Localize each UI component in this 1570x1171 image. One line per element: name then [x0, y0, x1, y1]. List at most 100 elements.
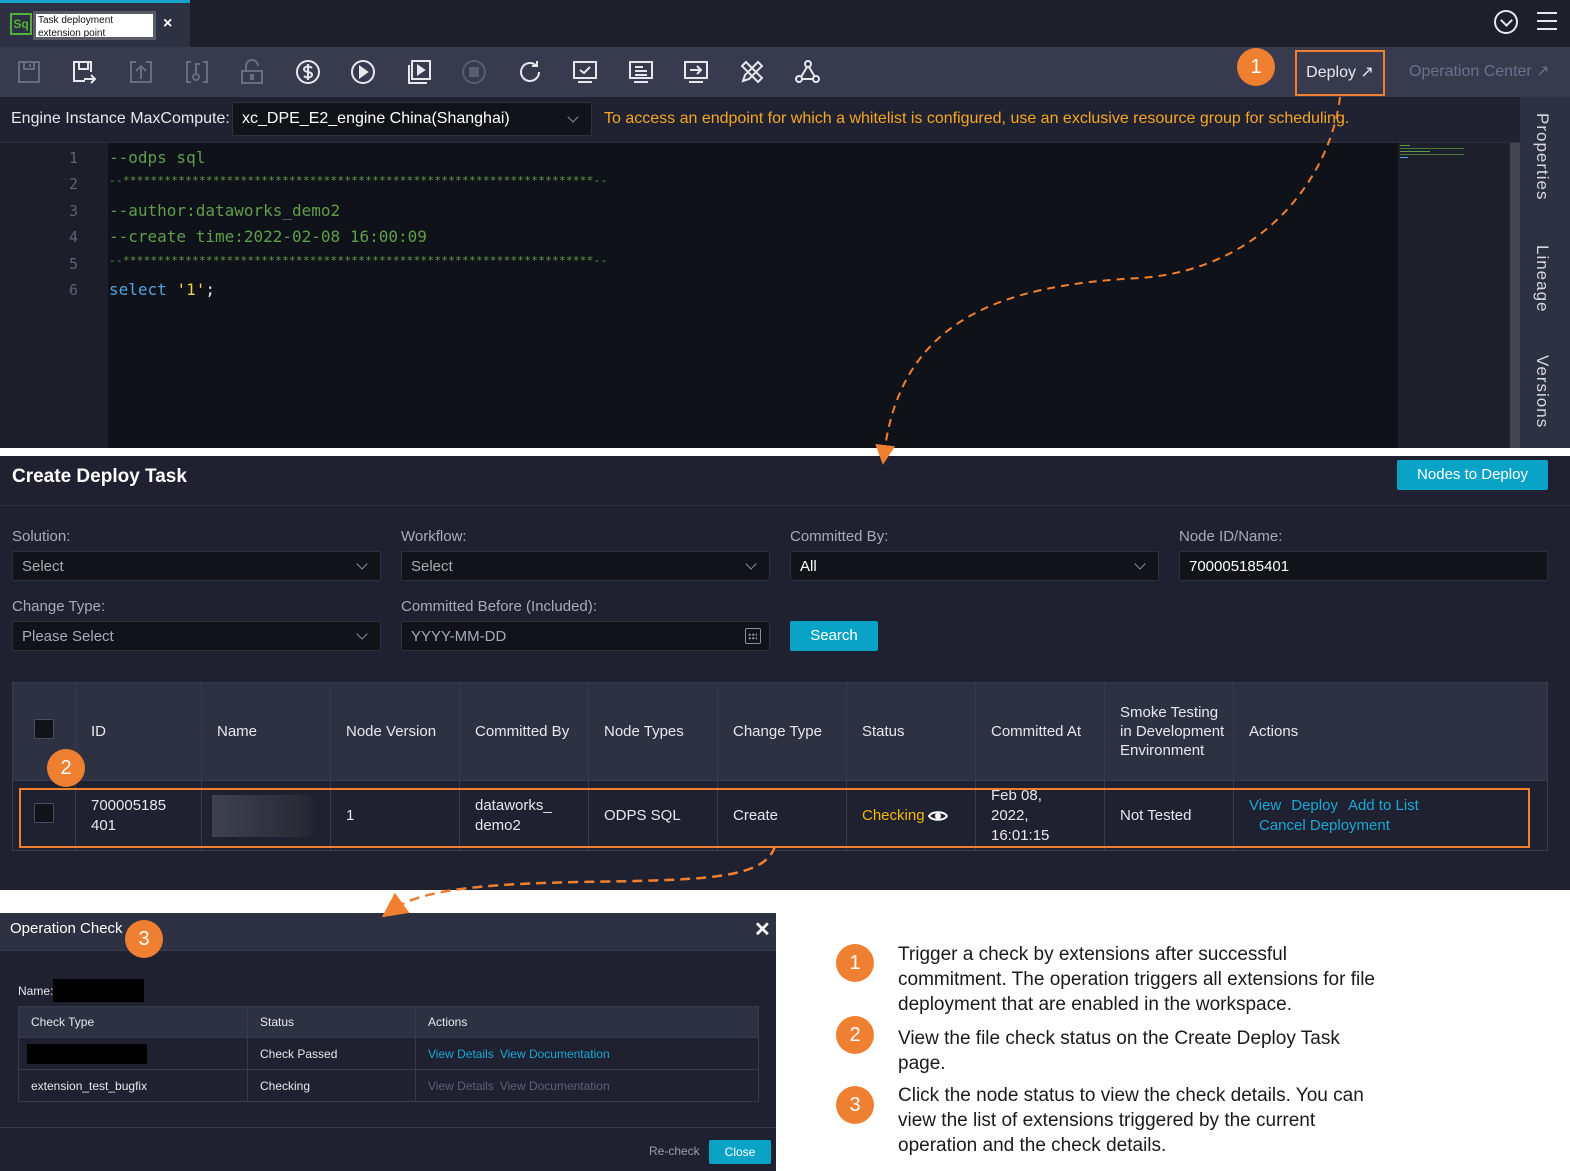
- code-editor[interactable]: 1 2 3 4 5 6 --odps sql --***************…: [0, 143, 1520, 448]
- save-icon[interactable]: [16, 59, 42, 85]
- node-version: 1: [330, 780, 460, 851]
- engine-instance-select[interactable]: xc_DPE_E2_engine China(Shanghai): [232, 102, 592, 136]
- code-check-icon[interactable]: [739, 59, 765, 85]
- line-number: 2: [68, 175, 78, 193]
- check-type: extension_test_bugfix: [18, 1069, 248, 1102]
- view-documentation-link-disabled: View Documentation: [499, 1078, 610, 1093]
- reload-icon[interactable]: [517, 59, 543, 85]
- close-tab-icon[interactable]: ×: [163, 15, 172, 33]
- side-tab-properties[interactable]: Properties: [1532, 113, 1552, 200]
- stop-icon[interactable]: [461, 59, 487, 85]
- close-icon[interactable]: ✕: [754, 917, 771, 942]
- change-type-select[interactable]: Please Select: [12, 621, 381, 651]
- column-header[interactable]: Node Types: [588, 682, 718, 781]
- format-icon[interactable]: [628, 59, 654, 85]
- close-button[interactable]: Close: [709, 1140, 771, 1164]
- cancel-deployment-link[interactable]: Cancel Deployment: [1259, 817, 1390, 834]
- file-tab[interactable]: Sq Task deployment extension point ×: [0, 0, 190, 47]
- steal-lock-icon[interactable]: [184, 59, 210, 85]
- side-tab-versions[interactable]: Versions: [1532, 355, 1552, 428]
- save-and-commit-icon[interactable]: [71, 59, 97, 85]
- callout-badge-1: 1: [1237, 48, 1275, 86]
- column-header[interactable]: ID: [75, 682, 202, 781]
- solution-value: Select: [22, 558, 64, 575]
- dialog-title: Operation Check: [10, 920, 123, 937]
- nodes-to-deploy-button[interactable]: Nodes to Deploy: [1397, 460, 1548, 490]
- column-header[interactable]: Node Version: [330, 682, 460, 781]
- workflow-value: Select: [411, 558, 453, 575]
- name-label: Name:: [18, 984, 54, 998]
- create-deploy-task-panel: Create Deploy Task Nodes to Deploy Solut…: [0, 456, 1570, 890]
- node-table: ID Name Node Version Committed By Node T…: [12, 682, 1548, 851]
- node-type: ODPS SQL: [588, 780, 718, 851]
- node-id-input[interactable]: 700005185401: [1179, 551, 1548, 581]
- workflow-label: Workflow:: [401, 528, 467, 545]
- editor-panel: Sq Task deployment extension point × Dep…: [0, 0, 1570, 448]
- search-button[interactable]: Search: [790, 621, 878, 651]
- recheck-button[interactable]: Re-check: [649, 1144, 700, 1158]
- status-cell[interactable]: Checking: [846, 780, 976, 851]
- solution-select[interactable]: Select: [12, 551, 381, 581]
- calendar-icon[interactable]: [745, 628, 761, 644]
- deploy-action-link[interactable]: Deploy: [1291, 797, 1338, 814]
- callout-badge-3: 3: [125, 920, 163, 958]
- committed-by-select[interactable]: All: [790, 551, 1159, 581]
- committed-before-label: Committed Before (Included):: [401, 598, 597, 615]
- tab-bar: Sq Task deployment extension point ×: [0, 0, 1570, 47]
- chevron-down-circle-icon[interactable]: [1494, 10, 1518, 34]
- column-header: Status: [247, 1006, 416, 1038]
- column-header[interactable]: Name: [201, 682, 331, 781]
- operation-center-link[interactable]: Operation Center ↗: [1409, 61, 1550, 81]
- precompile-icon[interactable]: [572, 59, 598, 85]
- check-row: extension_test_bugfix Checking View Deta…: [18, 1069, 759, 1102]
- workflow-select[interactable]: Select: [401, 551, 770, 581]
- column-header[interactable]: Committed By: [459, 682, 589, 781]
- dialog-footer-divider: [0, 1127, 776, 1128]
- committed-by-value: All: [800, 558, 817, 575]
- eye-icon[interactable]: [927, 809, 948, 823]
- deploy-to-ide-icon[interactable]: [683, 59, 709, 85]
- deploy-header: Create Deploy Task Nodes to Deploy: [0, 456, 1570, 506]
- committed-by-cell: dataworks_ demo2: [459, 780, 589, 851]
- solution-label: Solution:: [12, 528, 71, 545]
- code-line: --**************************************…: [109, 254, 608, 267]
- view-link[interactable]: View: [1249, 797, 1281, 814]
- code-minimap[interactable]: [1398, 143, 1510, 448]
- deploy-link[interactable]: Deploy ↗: [1295, 50, 1385, 96]
- hamburger-menu-icon[interactable]: [1537, 12, 1557, 32]
- column-header[interactable]: Smoke Testing in Development Environment: [1104, 682, 1234, 781]
- change-type: Create: [717, 780, 847, 851]
- view-details-link[interactable]: View Details: [428, 1047, 494, 1061]
- chevron-down-icon: [745, 558, 757, 570]
- chevron-down-icon: [1134, 558, 1146, 570]
- select-all-checkbox[interactable]: [34, 719, 54, 739]
- committed-before-date-input[interactable]: YYYY-MM-DD: [401, 621, 770, 651]
- row-checkbox[interactable]: [34, 802, 54, 823]
- committed-at: Feb 08, 2022, 16:01:15: [991, 786, 1050, 844]
- chevron-down-icon: [356, 628, 368, 640]
- status-badge[interactable]: Checking: [862, 807, 925, 824]
- run-with-params-icon[interactable]: [406, 59, 432, 85]
- tab-title: Task deployment extension point: [33, 11, 156, 40]
- node-id-value: 700005185401: [1189, 558, 1290, 575]
- sql-keyword: select: [109, 280, 167, 299]
- column-header[interactable]: Change Type: [717, 682, 847, 781]
- column-header[interactable]: Status: [846, 682, 976, 781]
- whitelist-warning: To access an endpoint for which a whitel…: [604, 110, 1350, 127]
- side-tab-lineage[interactable]: Lineage: [1532, 245, 1552, 313]
- column-header[interactable]: Committed At: [975, 682, 1105, 781]
- add-to-list-link[interactable]: Add to List: [1348, 797, 1419, 814]
- node-id-cell: 700005185 401: [75, 780, 202, 851]
- change-type-label: Change Type:: [12, 598, 106, 615]
- lineage-graph-icon[interactable]: [794, 59, 820, 85]
- line-number: 6: [68, 281, 78, 299]
- redacted-node-name: [212, 794, 318, 837]
- commit-icon[interactable]: [128, 59, 154, 85]
- legend-text-1: Trigger a check by extensions after succ…: [898, 944, 1375, 1015]
- view-documentation-link[interactable]: View Documentation: [500, 1047, 610, 1061]
- run-icon[interactable]: [350, 59, 376, 85]
- editor-scrollbar[interactable]: [1510, 143, 1520, 448]
- line-number: 3: [68, 202, 78, 220]
- cost-estimate-icon[interactable]: [295, 59, 321, 85]
- unlock-icon[interactable]: [239, 59, 265, 85]
